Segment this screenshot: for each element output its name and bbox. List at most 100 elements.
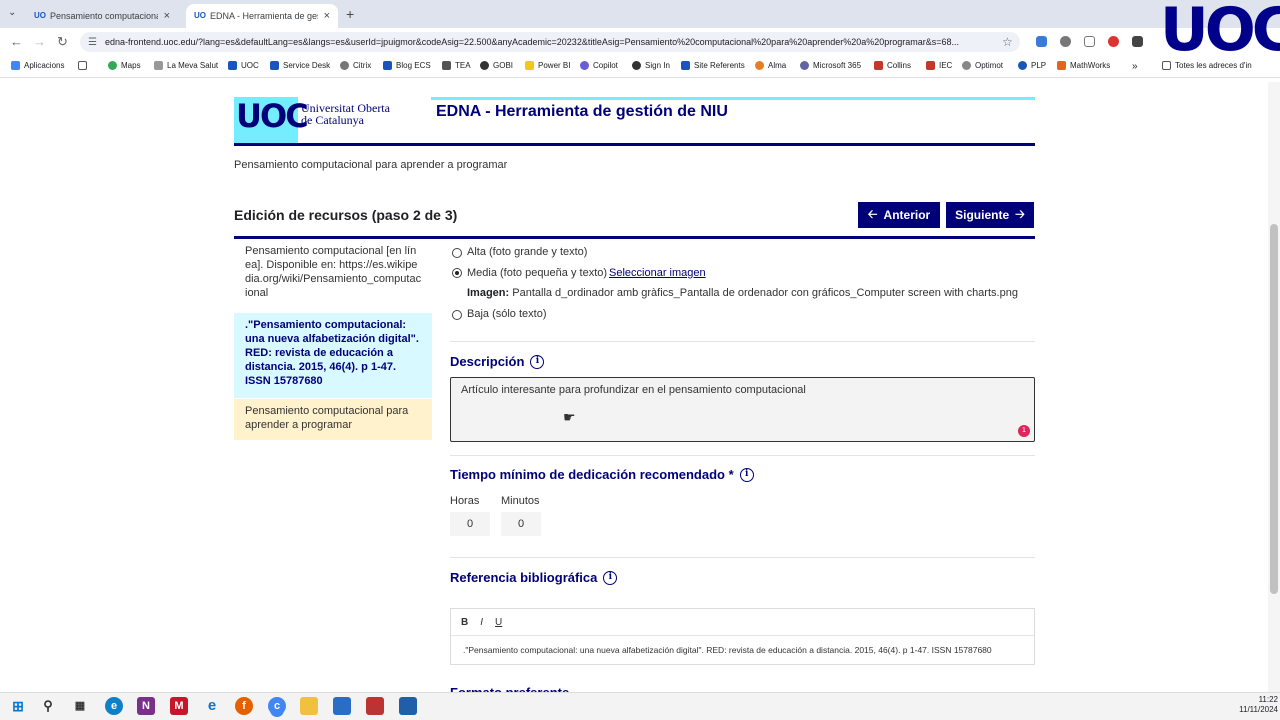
uoc-overlay-logo: UOC [1160, 0, 1280, 65]
extension-icon[interactable] [1084, 36, 1095, 47]
sign-in-icon [632, 61, 641, 70]
chrome-icon[interactable]: c [268, 697, 286, 715]
bookmark-mathworks[interactable]: MathWorks [1057, 61, 1110, 70]
plp-icon [1018, 61, 1027, 70]
extension-icon[interactable] [1108, 36, 1119, 47]
citrix-icon [340, 61, 349, 70]
windows-start-icon[interactable]: ⊞ [9, 697, 27, 715]
editor-toolbar: B I U [451, 609, 1034, 636]
browser-tab-course[interactable]: UO Pensamiento computacional pa × [26, 4, 178, 28]
divider [450, 341, 1035, 342]
image-info: Imagen: Pantalla d_ordinador amb gràfics… [467, 287, 1018, 299]
radio-media[interactable] [452, 268, 462, 278]
minutes-input[interactable]: 0 [501, 512, 541, 536]
search-icon[interactable]: ⚲ [39, 697, 57, 715]
bookmark-apps[interactable]: Aplicacions [11, 61, 64, 70]
close-tab-icon[interactable]: × [164, 10, 170, 22]
scrollbar-thumb[interactable] [1270, 224, 1278, 594]
uoc-favicon-icon: UO [194, 11, 206, 20]
info-icon[interactable]: i [603, 570, 618, 585]
firefox-icon[interactable]: f [235, 697, 253, 715]
bookmark-la-meva-salut[interactable]: La Meva Salut [154, 61, 218, 70]
resource-item-selected[interactable]: ."Pensamiento computacional: una nueva a… [234, 313, 432, 398]
grid-icon[interactable] [78, 61, 91, 70]
bookmark-collins[interactable]: Collins [874, 61, 911, 70]
gobi-icon [480, 61, 489, 70]
onenote-icon[interactable]: N [137, 697, 155, 715]
next-button[interactable]: Siguiente 🡢 [946, 202, 1034, 228]
grammar-badge-icon[interactable]: 1 [1018, 425, 1030, 437]
browser-tab-edna[interactable]: UO EDNA - Herramienta de gestió × [186, 4, 338, 28]
bookmark-maps[interactable]: Maps [108, 61, 141, 70]
apps-grid-icon [11, 61, 20, 70]
bookmark-tea[interactable]: TEA [442, 61, 471, 70]
reload-icon[interactable]: ↻ [57, 34, 68, 50]
new-tab-icon[interactable]: + [346, 6, 354, 22]
bookmark-star-icon[interactable]: ☆ [1002, 35, 1013, 49]
bookmark-copilot[interactable]: Copilot [580, 61, 618, 70]
hours-input[interactable]: 0 [450, 512, 490, 536]
arrow-left-icon: 🡠 [867, 206, 878, 221]
app-icon[interactable] [366, 697, 384, 715]
bookmark-power-bi[interactable]: Power BI [525, 61, 570, 70]
bookmark-plp[interactable]: PLP [1018, 61, 1046, 70]
alma-icon [755, 61, 764, 70]
bookmark-uoc[interactable]: UOC [228, 61, 259, 70]
previous-button[interactable]: 🡠 Anterior [858, 202, 940, 228]
uoc-logo: UOC [234, 97, 309, 143]
resource-item[interactable]: Pensamiento computacional para aprender … [234, 399, 432, 440]
forward-icon[interactable]: → [33, 34, 46, 49]
site-info-icon[interactable]: ☰ [88, 37, 97, 48]
close-tab-icon[interactable]: × [324, 10, 330, 22]
radio-label: Baja (sólo texto) [467, 308, 547, 320]
file-explorer-icon[interactable] [300, 697, 318, 715]
bookmark-sign-in[interactable]: Sign In [632, 61, 670, 70]
bold-button[interactable]: B [461, 617, 468, 628]
select-image-link[interactable]: Seleccionar imagen [609, 267, 706, 279]
extension-icon[interactable] [1036, 36, 1047, 47]
bookmark-optimot[interactable]: Optimot [962, 61, 1003, 70]
italic-button[interactable]: I [480, 617, 483, 628]
uoc-icon [228, 61, 237, 70]
copilot-icon [580, 61, 589, 70]
reference-content[interactable]: ."Pensamiento computacional: una nueva a… [463, 645, 992, 655]
image-filename: Pantalla d_ordinador amb gràfics_Pantall… [512, 287, 1018, 299]
underline-button[interactable]: U [495, 617, 502, 628]
bookmark-iec[interactable]: IEC [926, 61, 952, 70]
optimot-icon [962, 61, 971, 70]
info-icon[interactable]: i [530, 354, 545, 369]
tab-search-chevron-icon[interactable]: ⌄ [8, 7, 16, 18]
taskbar [0, 692, 1280, 720]
collins-icon [874, 61, 883, 70]
matlab-icon[interactable]: M [170, 697, 188, 715]
address-bar[interactable]: ☰ edna-frontend.uoc.edu/?lang=es&default… [80, 32, 1020, 52]
microsoft-365-icon [800, 61, 809, 70]
bookmark-site-referents[interactable]: Site Referents [681, 61, 745, 70]
description-textarea[interactable]: Artículo interesante para profundizar en… [450, 377, 1035, 442]
app-icon[interactable] [399, 697, 417, 715]
more-bookmarks-icon[interactable]: » [1132, 61, 1138, 72]
radio-baja[interactable] [452, 310, 462, 320]
task-view-icon[interactable]: ▦ [71, 697, 89, 715]
system-clock[interactable]: 11:22 11/11/2024 [1234, 695, 1278, 715]
info-icon[interactable]: i [739, 467, 754, 482]
reference-editor[interactable]: B I U ."Pensamiento computacional: una n… [450, 608, 1035, 665]
uoc-icon [383, 61, 392, 70]
minutes-label: Minutos [501, 495, 540, 507]
extension-icon[interactable] [1132, 36, 1143, 47]
edge-icon[interactable]: e [105, 697, 123, 715]
bookmark-citrix[interactable]: Citrix [340, 61, 371, 70]
bookmark-microsoft-365[interactable]: Microsoft 365 [800, 61, 861, 70]
extension-icon[interactable] [1060, 36, 1071, 47]
app-title: EDNA - Herramienta de gestión de NIU [436, 103, 728, 120]
app-icon[interactable] [333, 697, 351, 715]
bookmark-gobi[interactable]: GOBI [480, 61, 513, 70]
tab-title: EDNA - Herramienta de gestió [210, 11, 318, 21]
bookmark-blog-ecs[interactable]: Blog ECS [383, 61, 431, 70]
internet-explorer-icon[interactable]: e [203, 697, 221, 715]
radio-alta[interactable] [452, 248, 462, 258]
bookmark-alma[interactable]: Alma [755, 61, 786, 70]
bookmark-service-desk[interactable]: Service Desk [270, 61, 330, 70]
resource-item[interactable]: Pensamiento computacional [en línea]. Di… [234, 239, 432, 311]
back-icon[interactable]: ← [10, 34, 23, 49]
